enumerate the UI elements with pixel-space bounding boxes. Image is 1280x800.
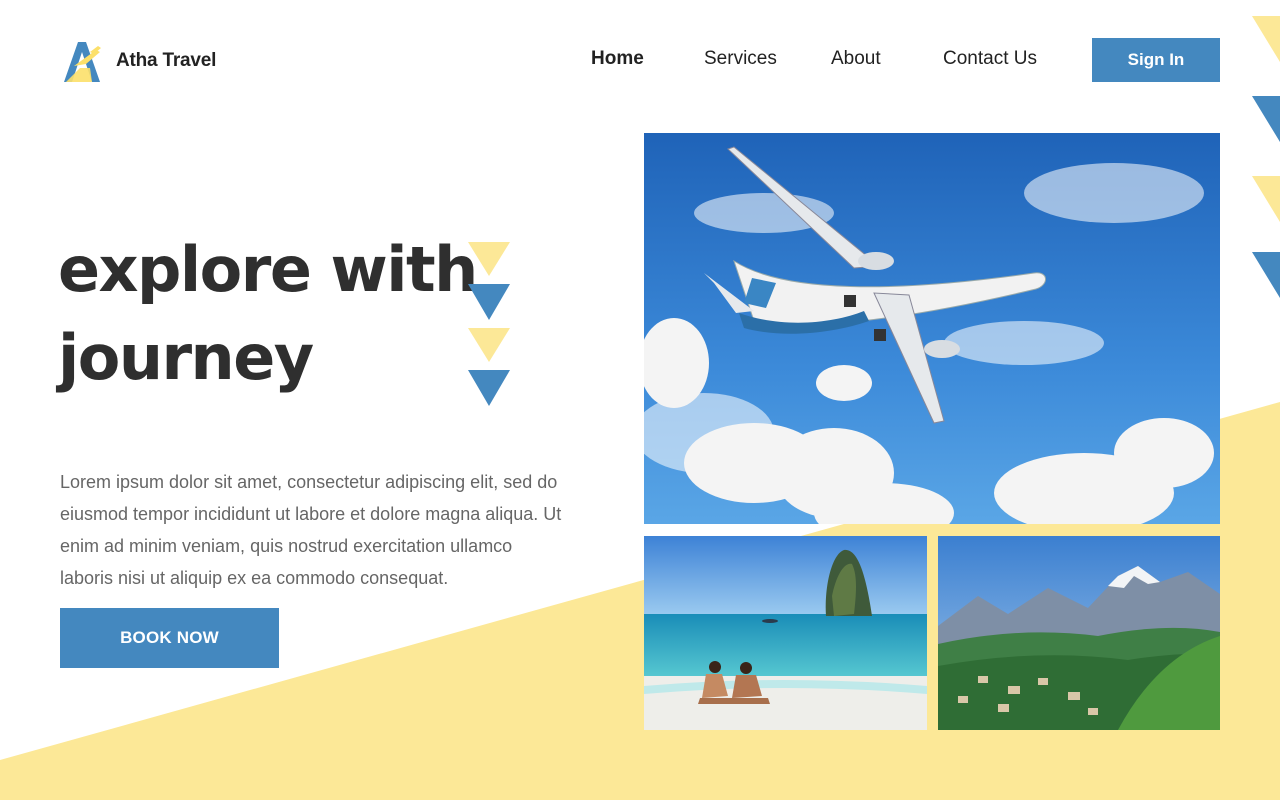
beach-photo-image xyxy=(644,536,927,730)
book-now-button[interactable]: BOOK NOW xyxy=(60,608,279,668)
gallery-photo-mountains xyxy=(938,536,1220,730)
nav-item-contact[interactable]: Contact Us xyxy=(943,48,1037,70)
edge-triangles-decor xyxy=(1252,16,1280,298)
gallery-photo-beach xyxy=(644,536,927,730)
gallery-photo-airplane xyxy=(644,133,1220,524)
sign-in-button[interactable]: Sign In xyxy=(1092,38,1220,82)
hero-title-line-1: explore with xyxy=(58,233,478,306)
triangle-stack-decor xyxy=(468,242,510,406)
hero-description: Lorem ipsum dolor sit amet, consectetur … xyxy=(60,472,562,588)
landing-page: Atha Travel Home Services About Contact … xyxy=(0,0,1280,800)
hero-title: explore with journey xyxy=(58,226,478,402)
airplane-photo-image xyxy=(644,133,1220,524)
mountain-photo-image xyxy=(938,536,1220,730)
nav-item-home[interactable]: Home xyxy=(591,48,644,70)
nav-item-about[interactable]: About xyxy=(831,48,881,70)
nav-item-services[interactable]: Services xyxy=(704,48,777,70)
main-nav: Home Services About Contact Us xyxy=(0,48,1280,74)
hero-title-line-2: journey xyxy=(58,321,314,394)
